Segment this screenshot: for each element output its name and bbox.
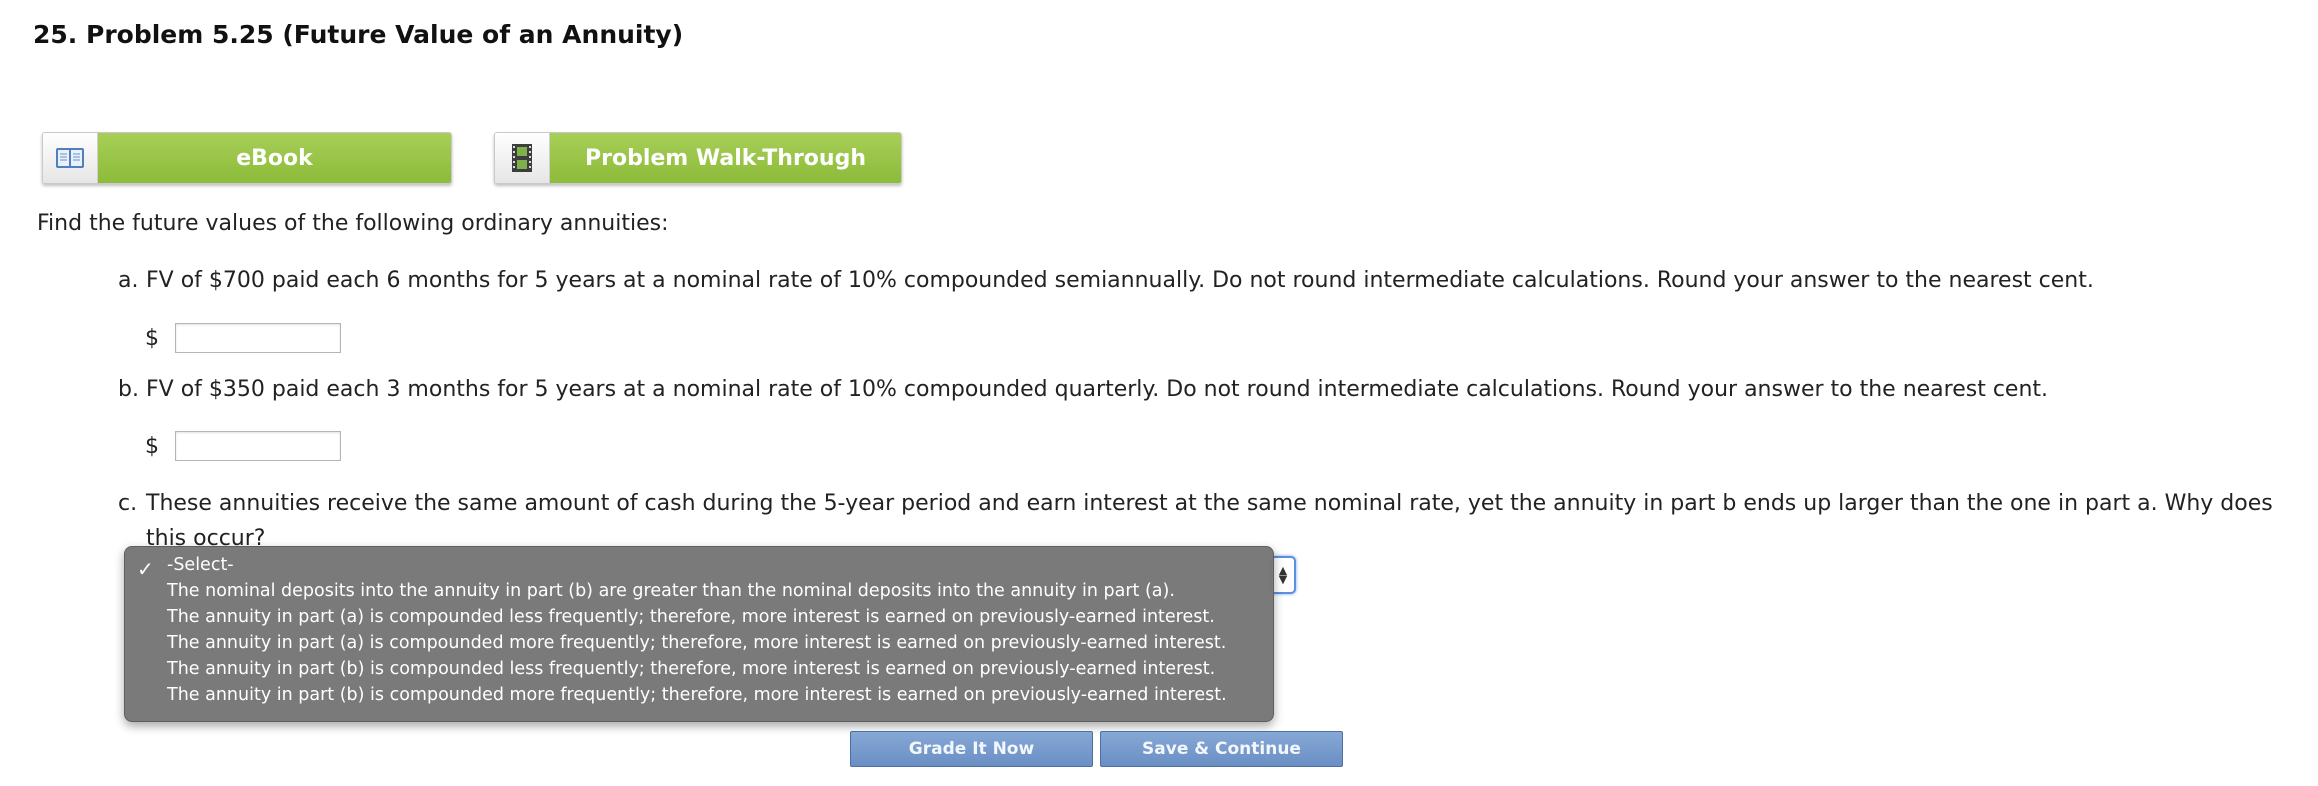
part-a-answer-row: $ (145, 323, 341, 353)
part-b-text: b. FV of $350 paid each 3 months for 5 ye… (118, 377, 2048, 402)
part-a-question: FV of $700 paid each 6 months for 5 year… (146, 268, 2094, 293)
film-icon (495, 133, 550, 183)
part-a-text: a. FV of $700 paid each 6 months for 5 ye… (118, 268, 2094, 293)
grade-it-now-button[interactable]: Grade It Now (850, 731, 1093, 767)
dropdown-option[interactable]: The annuity in part (b) is compounded le… (167, 659, 1215, 679)
answer-dropdown-menu[interactable]: ✓ -Select- The nominal deposits into the… (124, 546, 1274, 722)
ebook-button[interactable]: eBook (42, 132, 452, 184)
book-icon (43, 133, 98, 183)
problem-page: 25. Problem 5.25 (Future Value of an Ann… (0, 0, 2318, 786)
dropdown-option[interactable]: -Select- (167, 555, 234, 575)
save-continue-button[interactable]: Save & Continue (1100, 731, 1343, 767)
part-a-currency: $ (145, 325, 159, 351)
problem-walkthrough-button[interactable]: Problem Walk-Through (494, 132, 902, 184)
checkmark-icon: ✓ (137, 557, 154, 581)
part-c-letter: c. (118, 491, 138, 516)
part-a-letter: a. (118, 268, 139, 293)
ebook-label: eBook (98, 133, 451, 183)
part-b-question: FV of $350 paid each 3 months for 5 year… (146, 377, 2049, 402)
part-b-answer-input[interactable] (175, 431, 341, 461)
part-b-currency: $ (145, 433, 159, 459)
part-b-answer-row: $ (145, 431, 341, 461)
dropdown-option[interactable]: The annuity in part (b) is compounded mo… (167, 685, 1227, 705)
problem-title: 25. Problem 5.25 (Future Value of an Ann… (33, 20, 684, 49)
dropdown-option[interactable]: The nominal deposits into the annuity in… (167, 581, 1175, 601)
dropdown-option[interactable]: The annuity in part (a) is compounded mo… (167, 633, 1226, 653)
dropdown-option[interactable]: The annuity in part (a) is compounded le… (167, 607, 1215, 627)
part-a-answer-input[interactable] (175, 323, 341, 353)
part-b-letter: b. (118, 377, 139, 402)
question-intro: Find the future values of the following … (37, 211, 669, 236)
walkthrough-label: Problem Walk-Through (550, 133, 901, 183)
